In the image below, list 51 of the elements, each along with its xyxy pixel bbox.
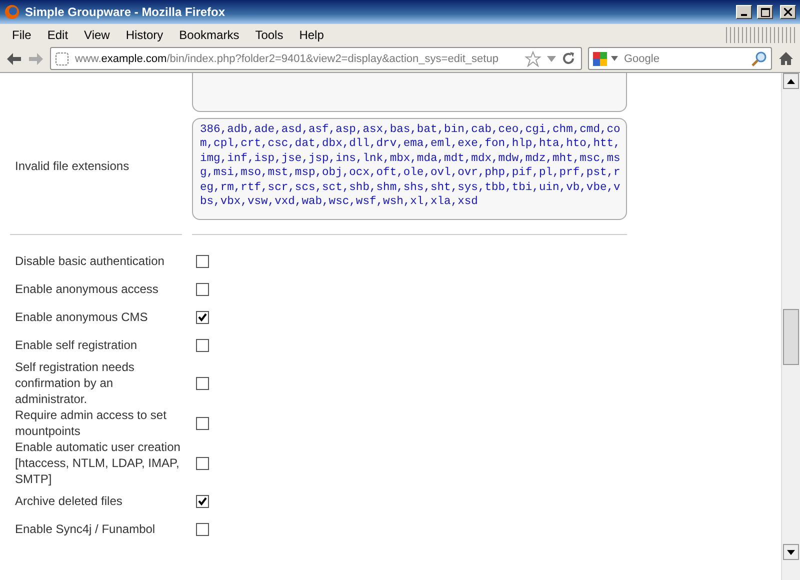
close-button[interactable] bbox=[780, 5, 796, 19]
scroll-up-icon[interactable] bbox=[787, 78, 795, 84]
minimize-button[interactable] bbox=[736, 5, 752, 19]
search-field[interactable]: Google bbox=[588, 47, 772, 70]
star-icon[interactable] bbox=[525, 50, 541, 66]
menu-item[interactable]: Help bbox=[291, 28, 332, 42]
text-area[interactable]: 386,adb,ade,asd,asf,asp,asx,bas,bat,bin,cab,ceo,cgi,chm,cmd,com,cpl,crt,csc,dat,dbx,dll,drv,ema,eml,exe,fon,hlp,hta,hto,htt,img,inf,isp,jse,jsp,ins,lnk,mbx,mda,mdt,mdx,mdw,mdz,mht,msc,msg,msi,mso,mst,msp,obj,ocx,oft,ole,ovl,ovr,php,pif,pl,prf,pst,reg,rm,rtf,scr,scs,sct,shb,shm,shs,sht,sys,tbb,tbi,uin,vb,vbe,vbs,vbx,vsw,vxd,wab,wsc,wsf,wsh,xl,xla,xsd bbox=[192, 118, 628, 220]
dropdown-icon[interactable] bbox=[547, 56, 556, 62]
option-label: Enable anonymous access bbox=[14, 281, 158, 297]
home-button[interactable] bbox=[778, 51, 794, 66]
address-field[interactable]: www.example.com/bin/index.php?folder2=9401&view2=display&action_sys=edit_setup bbox=[50, 47, 582, 70]
option-label: Archive deleted files bbox=[14, 493, 122, 509]
checkbox[interactable] bbox=[196, 282, 209, 296]
search-icon[interactable] bbox=[751, 50, 767, 66]
menu-item[interactable]: Bookmarks bbox=[171, 28, 248, 42]
scrollbar-thumb[interactable] bbox=[783, 309, 799, 365]
url-text: www.example.com/bin/index.php?folder2=9401&view2=display&action_sys=edit_setup bbox=[75, 52, 500, 64]
menu-item[interactable]: File bbox=[4, 28, 40, 42]
reload-icon[interactable] bbox=[562, 52, 575, 65]
scrollbar[interactable] bbox=[781, 73, 800, 580]
option-label: Require admin access to set mountpoints bbox=[14, 407, 168, 439]
option-label: Enable automatic user creation [htaccess, NTLM, LDAP, IMAP, SMTP] bbox=[14, 439, 182, 487]
option-label: Self registration needs confirmation by an administrator. bbox=[14, 359, 136, 407]
checkbox[interactable] bbox=[196, 522, 209, 536]
search-engine-icon bbox=[593, 52, 607, 66]
checkbox[interactable] bbox=[196, 254, 209, 268]
maximize-icon bbox=[760, 8, 770, 16]
browser-logo-icon bbox=[4, 4, 20, 20]
site-identity-icon bbox=[55, 52, 69, 66]
option-label: Enable anonymous CMS bbox=[14, 309, 148, 325]
checkbox[interactable] bbox=[196, 376, 209, 390]
close-icon bbox=[784, 8, 792, 16]
checkbox[interactable] bbox=[196, 416, 209, 430]
checkbox[interactable] bbox=[196, 494, 209, 508]
menu-item[interactable]: History bbox=[118, 28, 172, 42]
dropdown-icon[interactable] bbox=[611, 56, 618, 61]
option-label: Disable basic authentication bbox=[14, 253, 164, 269]
menu-item[interactable]: View bbox=[76, 28, 118, 42]
resize-grip bbox=[726, 26, 796, 42]
back-button[interactable] bbox=[6, 52, 22, 66]
option-label: Enable self registration bbox=[14, 337, 138, 353]
menu-item[interactable]: Edit bbox=[39, 28, 76, 42]
maximize-button[interactable] bbox=[757, 5, 773, 19]
checkbox[interactable] bbox=[196, 310, 209, 324]
scroll-down-icon[interactable] bbox=[787, 550, 795, 554]
window-title: Simple Groupware - Mozilla Firefox bbox=[25, 5, 226, 19]
field-label: Invalid file extensions bbox=[14, 158, 130, 174]
option-label: Enable Sync4j / Funambol bbox=[14, 521, 156, 537]
menu-item[interactable]: Tools bbox=[247, 28, 292, 42]
checkbox[interactable] bbox=[196, 456, 209, 470]
checkbox[interactable] bbox=[196, 338, 209, 352]
